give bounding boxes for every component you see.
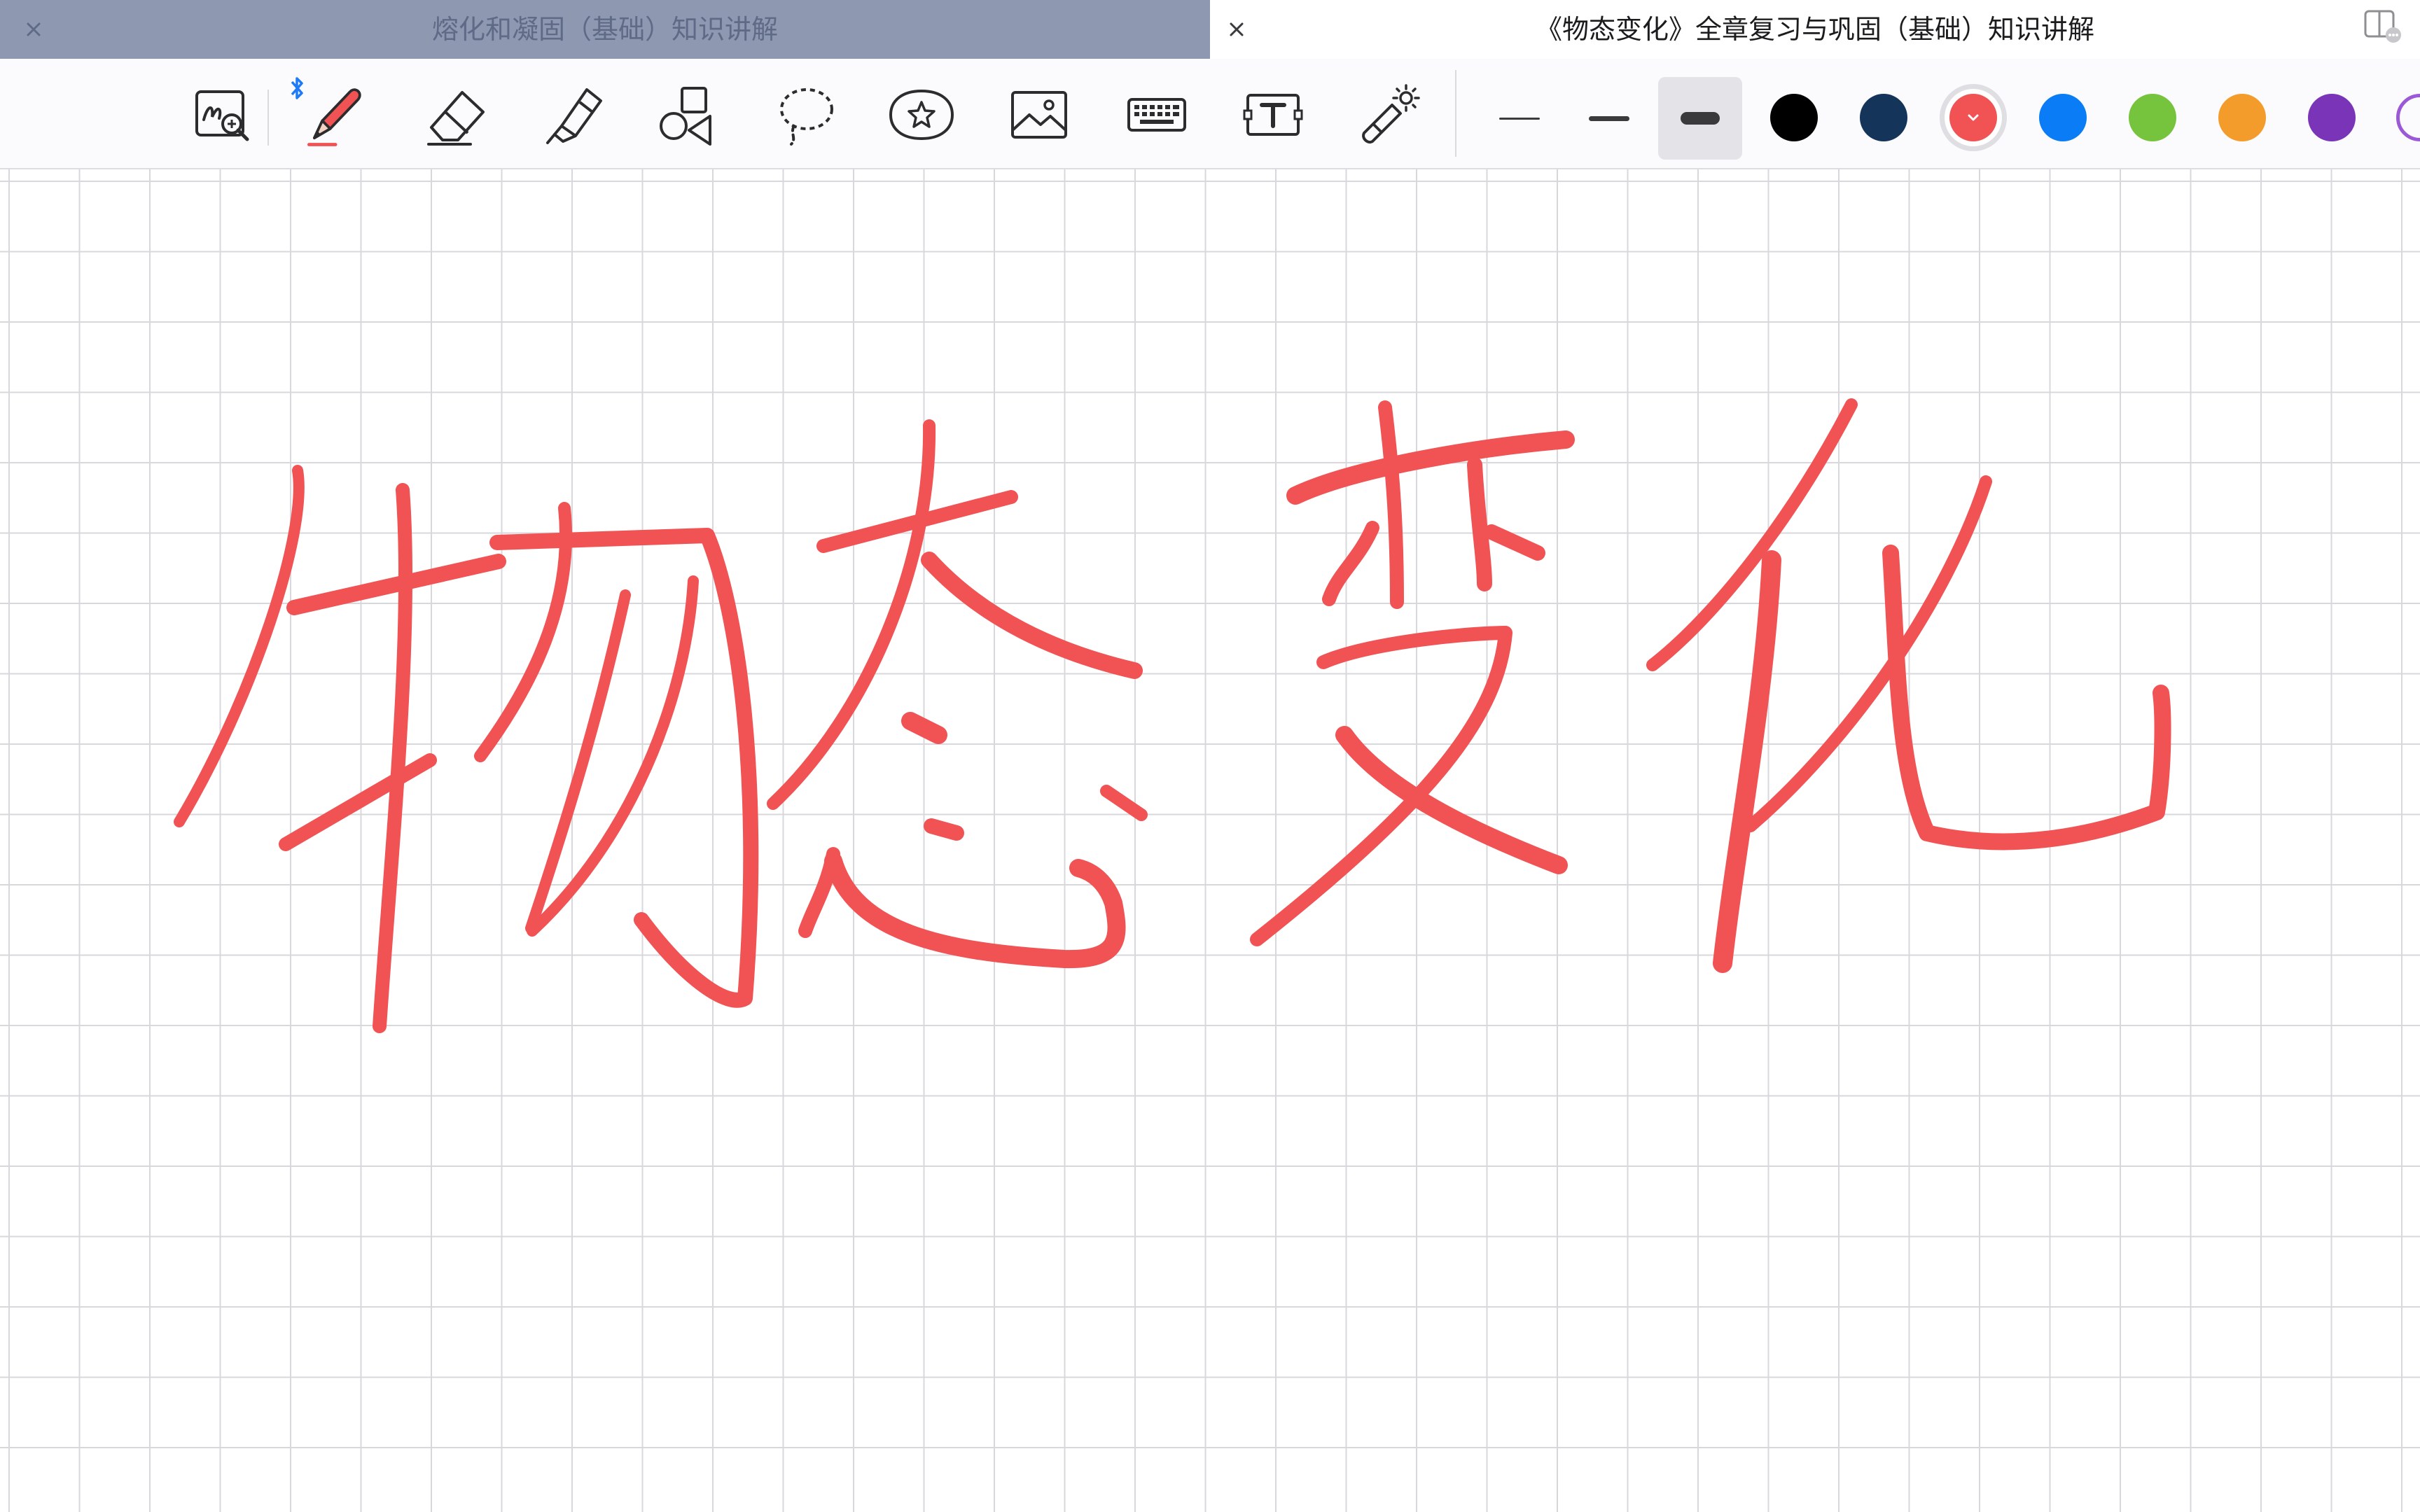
- sticker-tool-button[interactable]: [885, 78, 958, 151]
- shapes-icon: [660, 87, 711, 146]
- text-box-tool-button[interactable]: [1237, 78, 1309, 151]
- note-canvas[interactable]: [0, 169, 2420, 1512]
- lasso-icon: [780, 88, 833, 146]
- pen-tool-button[interactable]: [301, 78, 374, 151]
- stroke-width-medium[interactable]: [1567, 77, 1651, 160]
- handwriting-wutai-bianhua: [174, 398, 2171, 1033]
- color-swatch-black[interactable]: [1770, 94, 1818, 141]
- color-swatch-red[interactable]: [1949, 94, 1997, 141]
- sticker-icon: [889, 89, 954, 141]
- toolbar-divider: [1455, 70, 1456, 157]
- color-swatch-green[interactable]: [2129, 94, 2176, 141]
- color-swatch-blue[interactable]: [2039, 94, 2087, 141]
- stroke-width-thin[interactable]: [1477, 77, 1562, 160]
- close-tab-button[interactable]: [14, 10, 53, 49]
- split-view-button[interactable]: [2361, 7, 2403, 46]
- shapes-tool-button[interactable]: [653, 78, 725, 151]
- highlighter-tool-button[interactable]: [536, 78, 609, 151]
- tab-state-changes-review[interactable]: 《物态变化》全章复习与巩固（基础）知识讲解: [1210, 0, 2420, 59]
- text-box-icon: [1243, 94, 1303, 136]
- stroke-width-thick[interactable]: [1658, 77, 1742, 160]
- close-tab-button[interactable]: [1217, 10, 1256, 49]
- toolbar-divider: [267, 90, 269, 146]
- laser-pointer-icon: [1362, 84, 1420, 144]
- medium-line-icon: [1589, 115, 1629, 121]
- color-swatch-partial[interactable]: [2396, 94, 2420, 141]
- split-view-icon: [2364, 10, 2401, 43]
- tab-melting-and-solidification[interactable]: 熔化和凝固（基础）知识讲解: [0, 0, 1210, 59]
- tab-title: 熔化和凝固（基础）知识讲解: [431, 14, 778, 45]
- eraser-tool-button[interactable]: [420, 78, 493, 151]
- pen-icon: [307, 88, 361, 146]
- image-tool-button[interactable]: [1003, 78, 1076, 151]
- zoom-window-button[interactable]: [186, 78, 259, 151]
- color-swatch-purple[interactable]: [2308, 94, 2356, 141]
- image-icon: [1011, 91, 1067, 139]
- keyboard-tool-button[interactable]: [1120, 78, 1193, 151]
- tab-title: 《物态变化》全章复习与巩固（基础）知识讲解: [1535, 14, 2094, 45]
- keyboard-icon: [1127, 98, 1186, 132]
- close-icon: [27, 22, 41, 36]
- lasso-tool-button[interactable]: [769, 78, 842, 151]
- close-icon: [1230, 22, 1244, 36]
- highlighter-icon: [546, 88, 602, 144]
- drawing-toolbar: [0, 59, 2420, 169]
- thin-line-icon: [1499, 117, 1540, 120]
- tab-bar: 熔化和凝固（基础）知识讲解 《物态变化》全章复习与巩固（基础）知识讲解: [0, 0, 2420, 59]
- color-swatch-orange[interactable]: [2218, 94, 2266, 141]
- eraser-icon: [427, 91, 485, 146]
- laser-pointer-tool-button[interactable]: [1353, 78, 1426, 151]
- thick-line-icon: [1681, 112, 1720, 125]
- chevron-down-icon: [1949, 94, 1997, 141]
- zoom-window-icon: [195, 90, 249, 141]
- color-swatch-navy[interactable]: [1860, 94, 1907, 141]
